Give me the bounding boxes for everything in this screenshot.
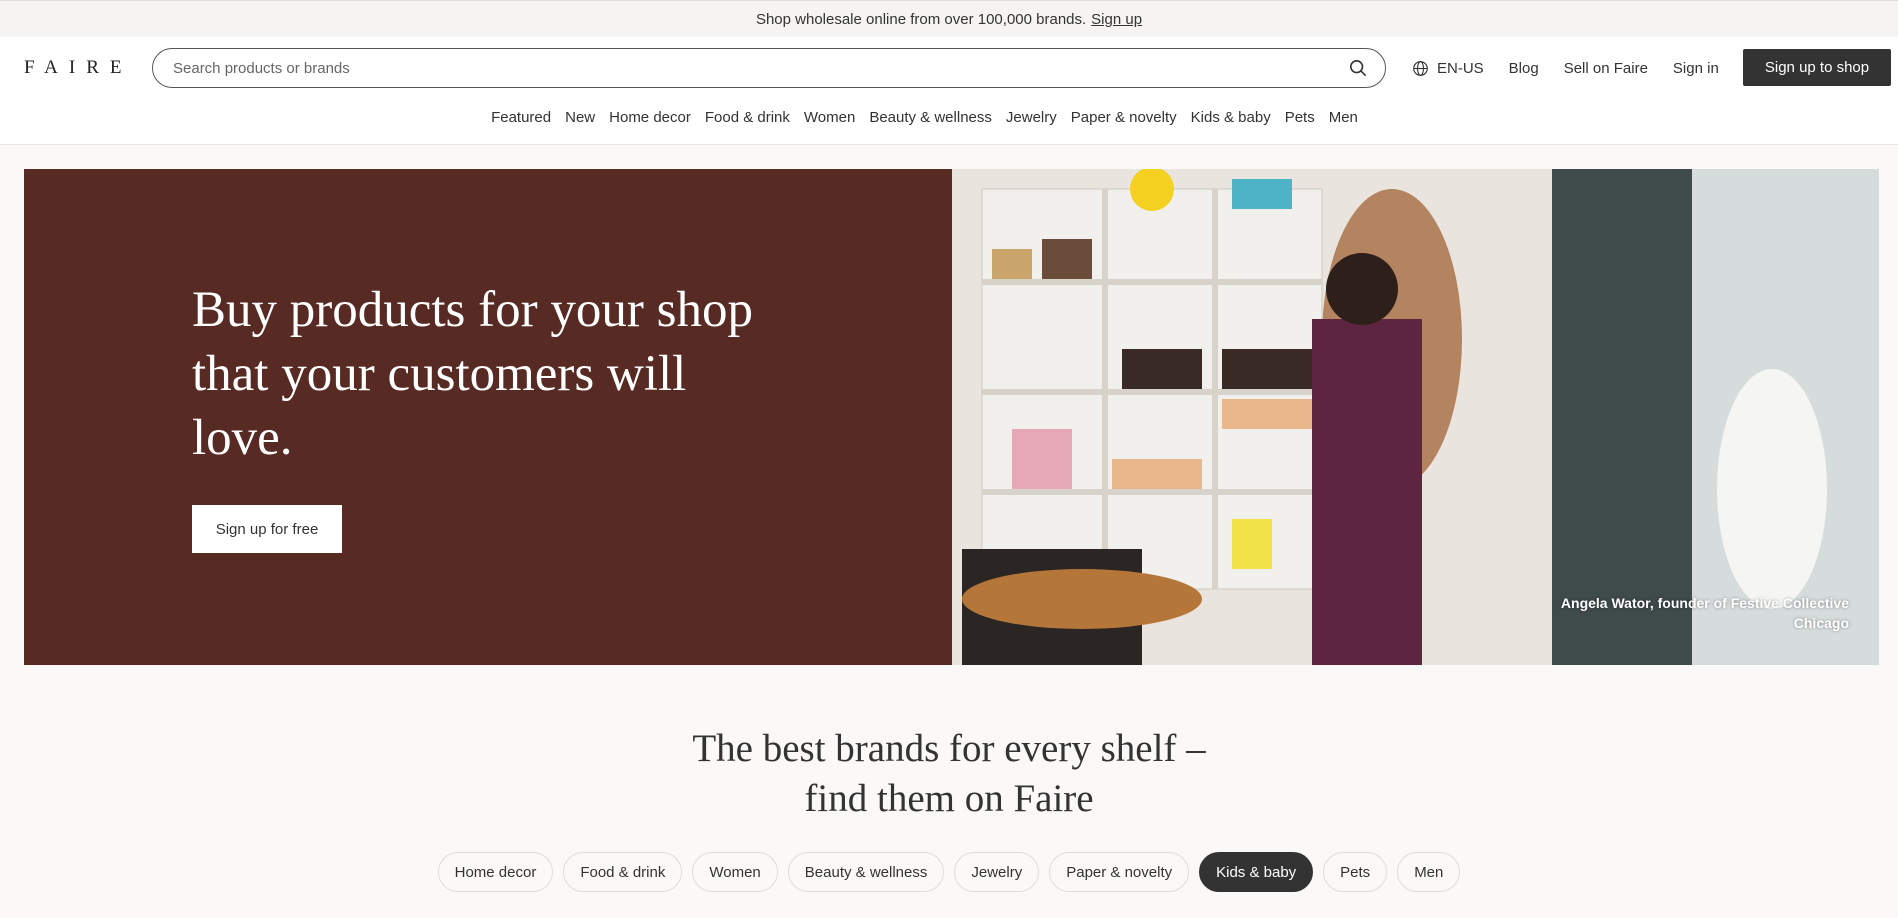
globe-icon xyxy=(1413,60,1428,76)
caption-location: Chicago xyxy=(1793,615,1849,631)
nav-item-featured[interactable]: Featured xyxy=(491,109,551,126)
nav-item-home-decor[interactable]: Home decor xyxy=(609,109,691,126)
blog-link[interactable]: Blog xyxy=(1509,60,1539,77)
category-nav: Featured New Home decor Food & drink Women Be… xyxy=(0,109,1898,126)
pill-beauty-wellness[interactable]: Beauty & wellness xyxy=(787,852,945,892)
photo-caption: Angela Wator, founder of Festive Collect… xyxy=(1561,593,1849,633)
nav-item-kids-baby[interactable]: Kids & baby xyxy=(1191,109,1271,126)
section-title-line1: The best brands for every shelf – xyxy=(692,727,1206,770)
hero-photo: Angela Wator, founder of Festive Collect… xyxy=(952,169,1879,665)
category-pills: Home decor Food & drink Women Beauty & well… xyxy=(0,852,1898,892)
search-icon[interactable] xyxy=(1349,59,1367,77)
pill-men[interactable]: Men xyxy=(1397,852,1461,892)
nav-item-jewelry[interactable]: Jewelry xyxy=(1006,109,1057,126)
hero-banner: Buy products for your shop that your cus… xyxy=(24,169,1879,665)
pill-jewelry[interactable]: Jewelry xyxy=(954,852,1040,892)
nav-item-paper-novelty[interactable]: Paper & novelty xyxy=(1071,109,1177,126)
sign-up-to-shop-button[interactable]: Sign up to shop xyxy=(1743,49,1891,86)
pill-kids-baby[interactable]: Kids & baby xyxy=(1199,852,1314,892)
nav-item-pets[interactable]: Pets xyxy=(1285,109,1315,126)
shop-interior-illustration xyxy=(952,169,1879,665)
pill-pets[interactable]: Pets xyxy=(1323,852,1388,892)
nav-item-beauty-wellness[interactable]: Beauty & wellness xyxy=(869,109,992,126)
caption-name: Angela Wator, founder of Festive Collect… xyxy=(1560,595,1849,611)
pill-food-drink[interactable]: Food & drink xyxy=(563,852,683,892)
section-title: The best brands for every shelf – find t… xyxy=(0,724,1898,824)
pill-home-decor[interactable]: Home decor xyxy=(437,852,554,892)
search-bar[interactable] xyxy=(152,48,1386,88)
hero-text-panel: Buy products for your shop that your cus… xyxy=(24,169,952,665)
header: FAIRE EN-US Blog Sell on Faire Sign in S… xyxy=(0,37,1898,145)
sell-on-faire-link[interactable]: Sell on Faire xyxy=(1564,60,1648,77)
sign-up-for-free-button[interactable]: Sign up for free xyxy=(192,505,342,553)
faire-logo[interactable]: FAIRE xyxy=(24,57,132,79)
header-utilities: EN-US Blog Sell on Faire Sign in xyxy=(1412,48,1744,88)
section-title-line2: find them on Faire xyxy=(804,777,1094,820)
hero-title: Buy products for your shop that your cus… xyxy=(192,282,753,466)
search-input[interactable] xyxy=(173,59,1313,77)
announcement-bar: Shop wholesale online from over 100,000 … xyxy=(0,0,1898,37)
announcement-signup-link[interactable]: Sign up xyxy=(1091,11,1142,28)
locale-selector[interactable]: EN-US xyxy=(1412,60,1484,77)
locale-label: EN-US xyxy=(1437,59,1484,77)
pill-paper-novelty[interactable]: Paper & novelty xyxy=(1049,852,1190,892)
announcement-text: Shop wholesale online from over 100,000 … xyxy=(755,10,1087,28)
sign-in-link[interactable]: Sign in xyxy=(1673,60,1719,77)
pill-women[interactable]: Women xyxy=(692,852,778,892)
nav-item-food-drink[interactable]: Food & drink xyxy=(705,109,790,126)
nav-item-men[interactable]: Men xyxy=(1329,109,1358,126)
nav-item-women[interactable]: Women xyxy=(804,109,855,126)
nav-item-new[interactable]: New xyxy=(565,109,595,126)
